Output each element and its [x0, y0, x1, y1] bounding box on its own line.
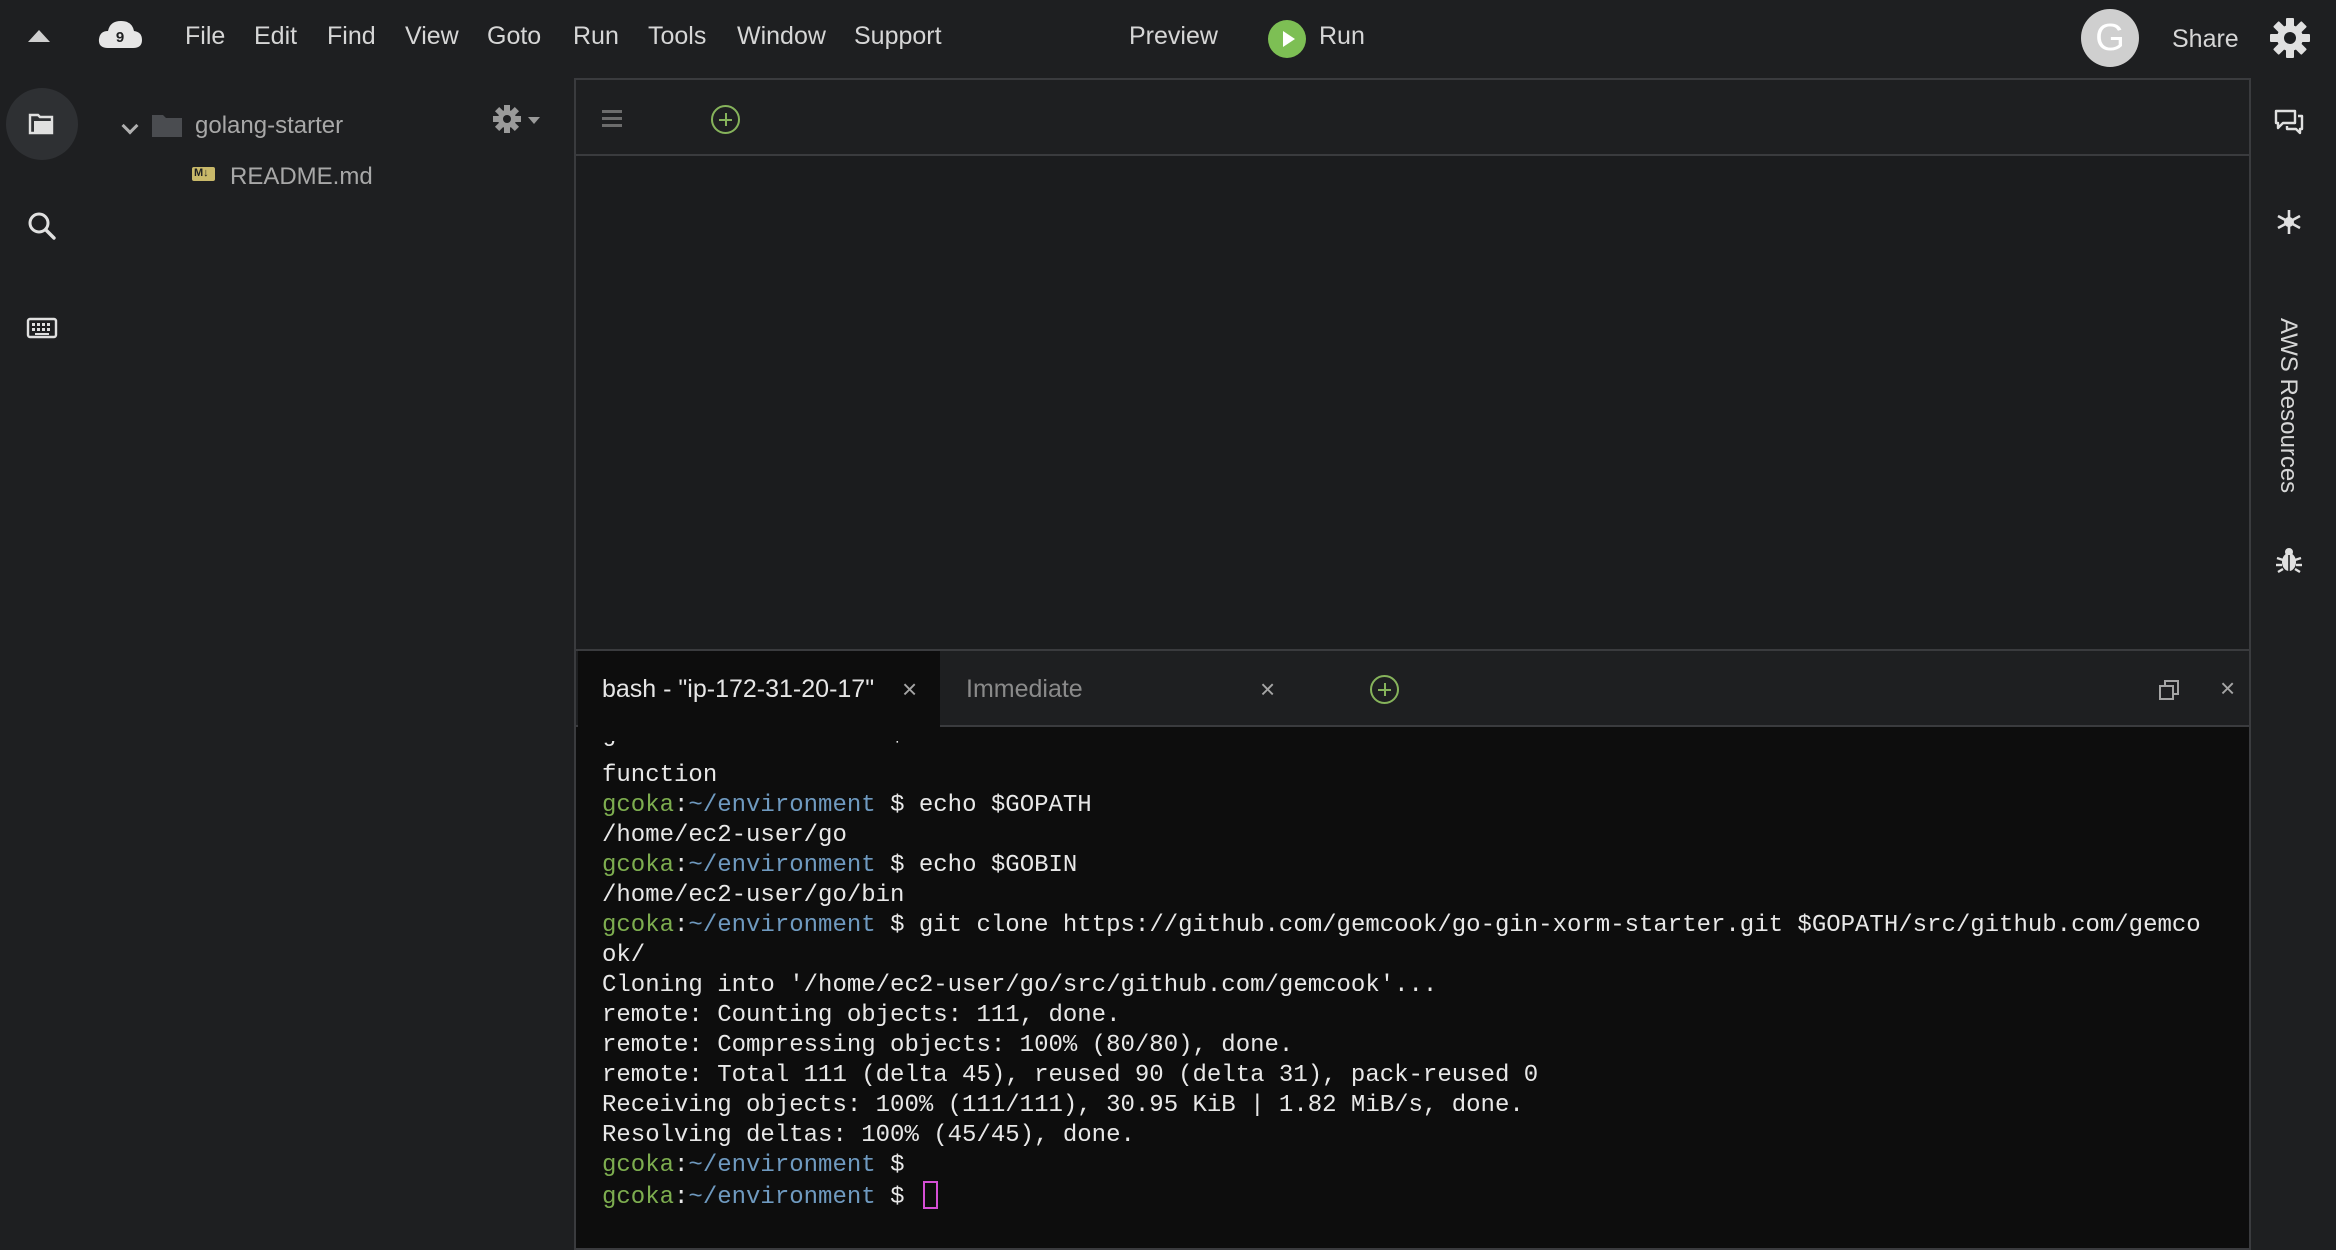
- editor-tab-bar: [576, 80, 2249, 156]
- debugger-bug-icon[interactable]: [2273, 544, 2305, 576]
- terminal-output-line: remote: Total 111 (delta 45), reused 90 …: [602, 1062, 1539, 1089]
- prompt-user: gcoka: [602, 1152, 675, 1179]
- search-icon: [28, 212, 56, 240]
- keyboard-icon: [26, 317, 58, 339]
- command-text: git clone https://github.com/gemcook/go-…: [918, 912, 2201, 939]
- markdown-badge: M↓: [194, 167, 209, 179]
- commands-button[interactable]: [6, 292, 78, 364]
- panel-close-icon[interactable]: ×: [2220, 673, 2235, 703]
- prompt-path: ~/environment: [688, 852, 876, 879]
- terminal-output-line: function: [602, 762, 718, 789]
- tab-immediate-label: Immediate: [966, 675, 1083, 703]
- console-panel: bash - "ip-172-31-20-17" × Immediate × ×…: [574, 651, 2251, 1250]
- markdown-file-icon: M↓: [192, 167, 215, 181]
- prompt-path: ~/environment: [688, 1152, 876, 1179]
- chevron-down-icon[interactable]: [121, 117, 139, 135]
- restore-window-icon[interactable]: [2158, 679, 2180, 701]
- terminal-prompt-line: gcoka:~/environment $ echo $GOBIN: [602, 852, 1078, 879]
- terminal-output-line: ok/: [602, 942, 646, 969]
- prompt-symbol: $: [890, 1184, 905, 1211]
- tab-bash-label: bash - "ip-172-31-20-17": [602, 675, 875, 703]
- cloud9-logo-icon[interactable]: 9: [96, 16, 144, 56]
- tree-settings-gear-icon[interactable]: [492, 104, 522, 134]
- editor-pane[interactable]: [574, 78, 2251, 651]
- menu-bar: 9 File Edit Find View Goto Run Tools Win…: [0, 0, 2336, 78]
- prompt-path: ~/environment: [688, 792, 876, 819]
- aws-resources-tab[interactable]: AWS Resources: [2274, 318, 2302, 493]
- terminal-output-line: Receiving objects: 100% (111/111), 30.95…: [602, 1092, 1524, 1119]
- preferences-gear-icon[interactable]: [2268, 16, 2312, 60]
- prompt-user: gcoka: [602, 1184, 675, 1211]
- prompt-user: gcoka: [602, 792, 675, 819]
- preview-button[interactable]: Preview: [1129, 22, 1218, 51]
- prompt-symbol: $: [890, 792, 905, 819]
- terminal-output-line: Resolving deltas: 100% (45/45), done.: [602, 1122, 1135, 1149]
- terminal-output-line: remote: Counting objects: 111, done.: [602, 1002, 1121, 1029]
- command-text: echo $GOBIN: [918, 852, 1078, 879]
- terminal-output-line: remote: Compressing objects: 100% (80/80…: [602, 1032, 1294, 1059]
- menu-edit[interactable]: Edit: [254, 22, 297, 51]
- prompt-user: gcoka: [602, 852, 675, 879]
- terminal-output[interactable]: gcoka:~/environment $ . ~/.bashrc functi…: [602, 741, 2242, 1241]
- panel-tab-bar: bash - "ip-172-31-20-17" × Immediate × ×: [576, 651, 2249, 727]
- outline-icon[interactable]: [2273, 206, 2305, 238]
- menu-find[interactable]: Find: [327, 22, 376, 51]
- hamburger-menu-icon[interactable]: [602, 110, 622, 131]
- terminal-output-line: Cloning into '/home/ec2-user/go/src/gith…: [602, 972, 1438, 999]
- files-icon: [28, 113, 54, 135]
- prompt-user: gcoka: [602, 912, 675, 939]
- activity-bar: [0, 78, 86, 1250]
- terminal-prompt-line: gcoka:~/environment $: [602, 1152, 905, 1179]
- collapse-menu-icon[interactable]: [28, 30, 50, 42]
- menu-tools[interactable]: Tools: [648, 22, 706, 51]
- share-button[interactable]: Share: [2172, 25, 2239, 54]
- tab-bash[interactable]: bash - "ip-172-31-20-17" ×: [578, 651, 940, 727]
- menu-support[interactable]: Support: [854, 22, 942, 51]
- logo-badge: 9: [116, 29, 124, 46]
- terminal-prompt-line: gcoka:~/environment $ echo $GOPATH: [602, 792, 1092, 819]
- close-icon[interactable]: ×: [1260, 651, 1275, 727]
- prompt-symbol: $: [890, 852, 905, 879]
- avatar[interactable]: G: [2081, 9, 2139, 67]
- prompt-symbol: $: [890, 1152, 905, 1179]
- caret-down-icon[interactable]: [528, 117, 540, 124]
- new-terminal-plus-icon[interactable]: [1370, 675, 1399, 704]
- tree-file-readme[interactable]: README.md: [230, 163, 373, 191]
- prompt-path: ~/environment: [688, 1184, 876, 1211]
- command-text: echo $GOPATH: [918, 792, 1092, 819]
- terminal-line-clipped: gcoka:~/environment $ . ~/.bashrc: [602, 741, 2242, 761]
- run-button[interactable]: Run: [1319, 22, 1365, 51]
- new-tab-plus-icon[interactable]: [711, 105, 740, 134]
- menu-file[interactable]: File: [185, 22, 225, 51]
- terminal-output-line: /home/ec2-user/go: [602, 822, 847, 849]
- close-icon[interactable]: ×: [902, 651, 917, 727]
- prompt-path: ~/environment: [688, 912, 876, 939]
- menu-view[interactable]: View: [405, 22, 459, 51]
- search-button[interactable]: [6, 190, 78, 262]
- run-play-icon[interactable]: [1268, 20, 1306, 58]
- terminal-prompt-line: gcoka:~/environment $ git clone https://…: [602, 912, 2201, 939]
- terminal-prompt-line: gcoka:~/environment $: [602, 1181, 2242, 1211]
- menu-goto[interactable]: Goto: [487, 22, 541, 51]
- tree-folder-golang-starter[interactable]: golang-starter: [195, 112, 343, 140]
- folder-icon: [152, 115, 182, 137]
- menu-window[interactable]: Window: [737, 22, 826, 51]
- prompt-symbol: $: [890, 912, 905, 939]
- right-sidebar: [2251, 78, 2336, 1250]
- tab-immediate[interactable]: Immediate ×: [940, 651, 1300, 727]
- environment-button[interactable]: [6, 88, 78, 160]
- terminal-cursor: [922, 1181, 938, 1209]
- menu-run[interactable]: Run: [573, 22, 619, 51]
- terminal-output-line: /home/ec2-user/go/bin: [602, 882, 905, 909]
- collaborate-chat-icon[interactable]: [2273, 106, 2305, 138]
